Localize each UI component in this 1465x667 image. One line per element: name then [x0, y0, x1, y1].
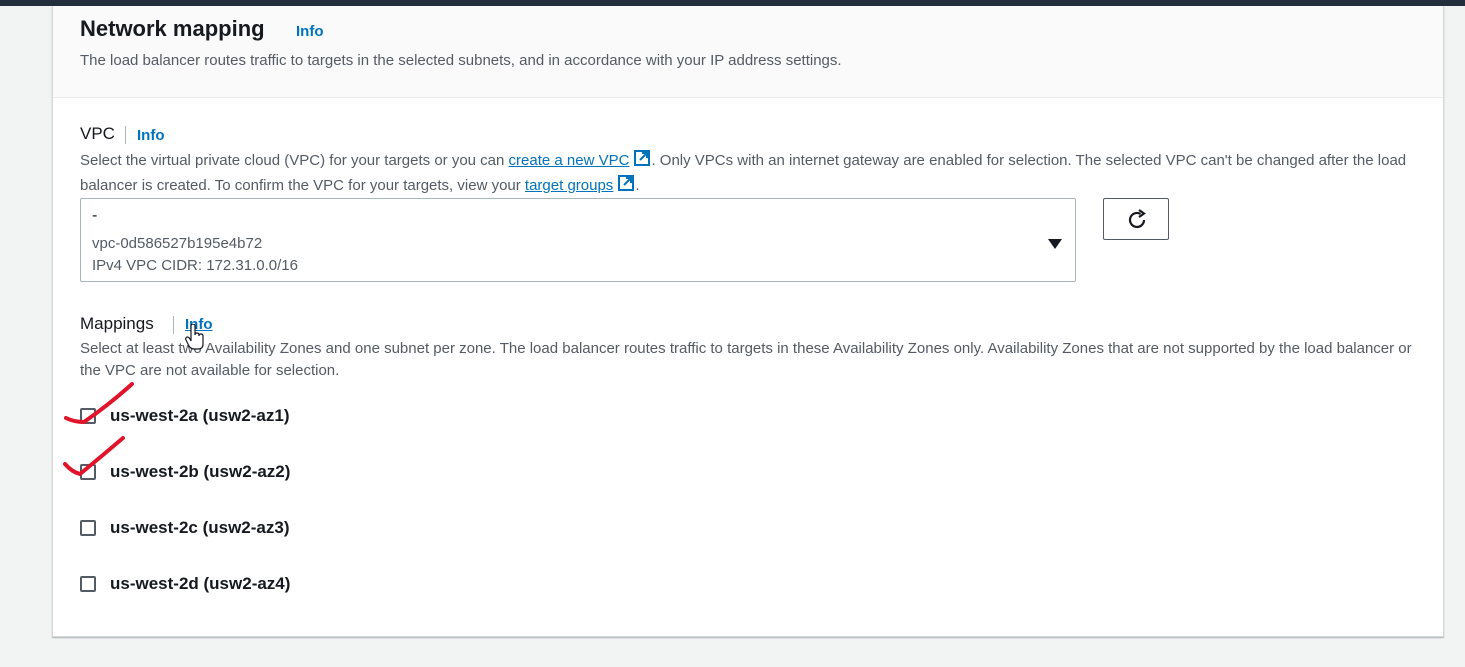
annotation-checkmark-icon [64, 382, 134, 425]
az-checkbox-us-west-2d[interactable] [80, 576, 96, 592]
refresh-button[interactable] [1103, 198, 1169, 240]
hand-cursor-icon [185, 324, 204, 350]
az-label: us-west-2d (usw2-az4) [110, 574, 291, 593]
panel-header: Network mapping Info The load balancer r… [53, 6, 1443, 98]
vpc-desc-text-3: . [635, 177, 640, 194]
vpc-selected-name: - [92, 207, 98, 224]
external-link-icon [633, 149, 651, 174]
annotation-checkmark-icon [63, 436, 125, 477]
vpc-desc-text-1: Select the virtual private cloud (VPC) f… [80, 152, 509, 169]
target-groups-link[interactable]: target groups [525, 177, 613, 194]
vpc-description: Select the virtual private cloud (VPC) f… [80, 149, 1430, 199]
vpc-selected-id: vpc-0d586527b195e4b72 [92, 235, 263, 252]
az-checkbox-us-west-2c[interactable] [80, 520, 96, 536]
vpc-selected-cidr: IPv4 VPC CIDR: 172.31.0.0/16 [92, 257, 298, 274]
vpc-info-link[interactable]: Info [137, 127, 165, 144]
vpc-label: VPC [80, 124, 115, 143]
vpc-select[interactable]: - vpc-0d586527b195e4b72 IPv4 VPC CIDR: 1… [80, 198, 1076, 282]
network-mapping-panel: Network mapping Info The load balancer r… [52, 6, 1444, 637]
az-label: us-west-2c (usw2-az3) [110, 518, 290, 537]
az-label: us-west-2b (usw2-az2) [110, 462, 291, 481]
section-description: The load balancer routes traffic to targ… [80, 52, 842, 69]
mappings-label: Mappings [80, 314, 154, 333]
mappings-label-separator [173, 316, 174, 334]
section-title: Network mapping [80, 16, 265, 41]
mappings-description: Select at least two Availability Zones a… [80, 340, 1412, 379]
create-vpc-link[interactable]: create a new VPC [509, 152, 630, 169]
external-link-icon [617, 174, 635, 199]
section-info-link[interactable]: Info [296, 23, 324, 40]
refresh-icon [1128, 209, 1146, 229]
caret-down-icon [1048, 236, 1062, 254]
vpc-label-separator [125, 126, 126, 144]
